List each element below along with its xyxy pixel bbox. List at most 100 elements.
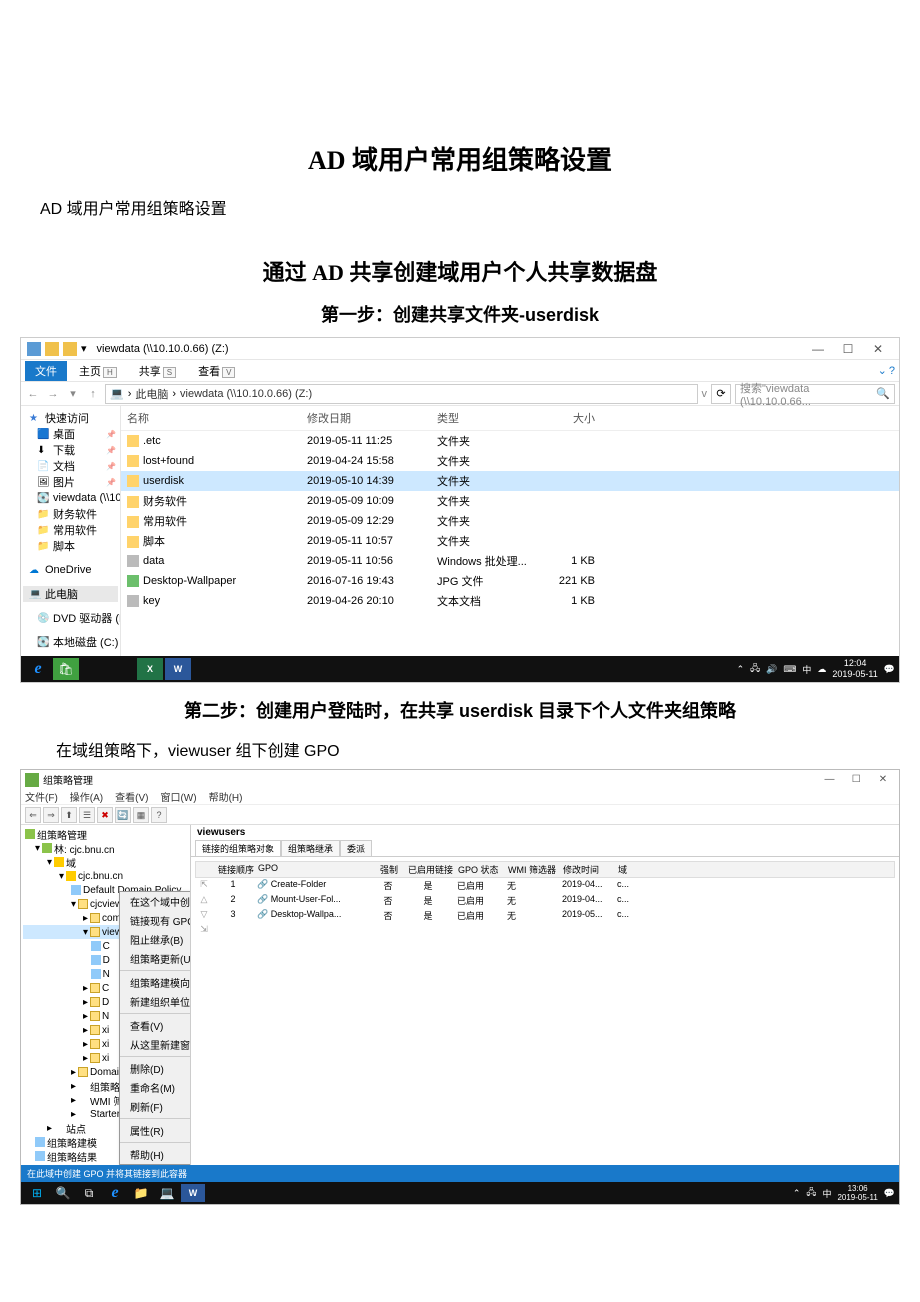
address-bar[interactable]: 💻 › 此电脑 › viewdata (\\10.10.0.66) (Z:) xyxy=(105,384,698,404)
file-row[interactable]: Desktop-Wallpaper2016-07-16 19:43JPG 文件2… xyxy=(121,571,899,591)
col-name[interactable]: 名称 xyxy=(121,408,301,428)
tool-refresh-icon[interactable]: 🔄 xyxy=(115,807,131,823)
file-row[interactable]: data2019-05-11 10:56Windows 批处理...1 KB xyxy=(121,551,899,571)
minimize-button[interactable]: — xyxy=(817,774,841,785)
ctx-create-gpo[interactable]: 在这个域中创建 GPO 并在此处链接(C)... xyxy=(120,892,191,911)
refresh-button[interactable]: ⟳ xyxy=(711,384,731,404)
col-date[interactable]: 修改日期 xyxy=(301,408,431,428)
tray-ime-zh-icon[interactable]: 中 xyxy=(802,663,811,676)
tool-delete-icon[interactable]: ✖ xyxy=(97,807,113,823)
nav-documents[interactable]: 📄文档 xyxy=(23,458,118,474)
search-icon[interactable]: 🔍 xyxy=(51,1184,75,1202)
help-icon[interactable]: ? xyxy=(889,365,895,377)
file-row[interactable]: .etc2019-05-11 11:25文件夹 xyxy=(121,431,899,451)
gpo-row[interactable]: ▽3🔗 Desktop-Wallpa...否是已启用无2019-05...c..… xyxy=(195,908,895,923)
tray-ime-icon[interactable]: ⌨ xyxy=(783,664,796,675)
taskbar-ie-icon[interactable]: e xyxy=(25,658,51,680)
start-button[interactable]: ⊞ xyxy=(25,1184,49,1202)
gp-col-mod[interactable]: 修改时间 xyxy=(559,862,614,877)
menu-window[interactable]: 窗口(W) xyxy=(160,789,196,804)
nav-desktop[interactable]: 🟦桌面 xyxy=(23,426,118,442)
nav-back-button[interactable]: ← xyxy=(25,388,41,400)
ribbon-home-tab[interactable]: 主页H xyxy=(69,361,127,381)
taskbar-explorer-icon[interactable]: 📁 xyxy=(129,1184,153,1202)
taskbar-store-icon[interactable]: 🛍 xyxy=(53,658,79,680)
tree-root[interactable]: 组策略管理 xyxy=(23,827,188,841)
ctx-view[interactable]: 查看(V)▸ xyxy=(120,1016,191,1035)
ribbon-file-tab[interactable]: 文件 xyxy=(25,361,67,381)
qat-dropdown-icon[interactable]: ▾ xyxy=(81,342,87,355)
file-row[interactable]: key2019-04-26 20:10文本文档1 KB xyxy=(121,591,899,611)
maximize-button[interactable]: ☐ xyxy=(844,774,868,785)
gp-col-enabled[interactable]: 已启用链接 xyxy=(404,862,454,877)
taskbar-chrome-icon[interactable] xyxy=(109,658,135,680)
menu-file[interactable]: 文件(F) xyxy=(25,789,58,804)
taskbar-app-icon[interactable]: 💻 xyxy=(155,1184,179,1202)
nav-scripts[interactable]: 📁脚本 xyxy=(23,538,118,554)
tab-inheritance[interactable]: 组策略继承 xyxy=(281,840,340,856)
nav-downloads[interactable]: ⬇下载 xyxy=(23,442,118,458)
tool-forward-icon[interactable]: ⇒ xyxy=(43,807,59,823)
nav-viewdata[interactable]: 💽viewdata (\\10.10. xyxy=(23,490,118,506)
nav-thispc[interactable]: 💻此电脑 xyxy=(23,586,118,602)
ctx-delete[interactable]: 删除(D) xyxy=(120,1059,191,1078)
tray-up-icon[interactable]: ⌃ xyxy=(793,1188,801,1199)
taskbar-excel-icon[interactable]: X xyxy=(137,658,163,680)
tray-notifications-icon[interactable]: 💬 xyxy=(884,1188,895,1199)
tray-network-icon[interactable]: 🖧 xyxy=(750,661,760,677)
nav-pictures[interactable]: 🖼图片 xyxy=(23,474,118,490)
file-row[interactable]: 财务软件2019-05-09 10:09文件夹 xyxy=(121,491,899,511)
gpo-row[interactable]: ⇱1🔗 Create-Folder否是已启用无2019-04...c... xyxy=(195,878,895,893)
breadcrumb-location[interactable]: viewdata (\\10.10.0.66) (Z:) xyxy=(180,388,312,400)
breadcrumb-pc[interactable]: 此电脑 xyxy=(135,386,168,402)
tool-help-icon[interactable]: ? xyxy=(151,807,167,823)
col-type[interactable]: 类型 xyxy=(431,408,531,428)
col-size[interactable]: 大小 xyxy=(531,408,601,428)
ctx-new-ou[interactable]: 新建组织单位(N) xyxy=(120,992,191,1011)
ctx-gp-update[interactable]: 组策略更新(U)... xyxy=(120,949,191,968)
ctx-new-window[interactable]: 从这里新建窗口(W) xyxy=(120,1035,191,1054)
ctx-help[interactable]: 帮助(H) xyxy=(120,1145,191,1164)
ctx-props[interactable]: 属性(R) xyxy=(120,1121,191,1140)
tray-up-icon[interactable]: ⌃ xyxy=(737,664,745,675)
gp-col-wmi[interactable]: WMI 筛选器 xyxy=(504,862,559,877)
close-button[interactable]: ✕ xyxy=(863,342,893,356)
ctx-refresh[interactable]: 刷新(F) xyxy=(120,1097,191,1116)
task-view-icon[interactable]: ⧉ xyxy=(77,1184,101,1202)
ribbon-share-tab[interactable]: 共享S xyxy=(129,361,186,381)
nav-fin[interactable]: 📁财务软件 xyxy=(23,506,118,522)
close-button[interactable]: ✕ xyxy=(871,774,895,785)
file-row[interactable]: userdisk2019-05-10 14:39文件夹 xyxy=(121,471,899,491)
ctx-model-wizard[interactable]: 组策略建模向导(G)... xyxy=(120,973,191,992)
taskbar-word-icon[interactable]: W xyxy=(181,1184,205,1202)
gp-col-dom[interactable]: 域 xyxy=(614,862,644,877)
gp-col-status[interactable]: GPO 状态 xyxy=(454,862,504,877)
nav-common[interactable]: 📁常用软件 xyxy=(23,522,118,538)
nav-forward-button[interactable]: → xyxy=(45,388,61,400)
minimize-button[interactable]: — xyxy=(803,342,833,356)
menu-action[interactable]: 操作(A) xyxy=(70,789,103,804)
menu-view[interactable]: 查看(V) xyxy=(115,789,148,804)
gp-col-enf[interactable]: 强制 xyxy=(374,862,404,877)
tray-notifications-icon[interactable]: 💬 xyxy=(884,664,895,675)
taskbar-ie-icon[interactable]: e xyxy=(103,1184,127,1202)
menu-help[interactable]: 帮助(H) xyxy=(209,789,243,804)
file-row[interactable]: 脚本2019-05-11 10:57文件夹 xyxy=(121,531,899,551)
nav-onedrive[interactable]: ☁OneDrive xyxy=(23,562,118,578)
tool-up-icon[interactable]: ⬆ xyxy=(61,807,77,823)
tray-volume-icon[interactable]: 🔊 xyxy=(766,664,777,675)
tab-linked-gpo[interactable]: 链接的组策略对象 xyxy=(195,840,281,856)
ctx-rename[interactable]: 重命名(M) xyxy=(120,1078,191,1097)
tray-cloud-icon[interactable]: ☁ xyxy=(817,664,826,675)
file-row[interactable]: 常用软件2019-05-09 12:29文件夹 xyxy=(121,511,899,531)
nav-up-button[interactable]: ↑ xyxy=(85,388,101,400)
taskbar-clock[interactable]: 12:04 2019-05-11 xyxy=(832,658,877,680)
tray-network-icon[interactable]: 🖧 xyxy=(806,1185,816,1201)
search-input[interactable]: 搜索"viewdata (\\10.10.0.66... 🔍 xyxy=(735,384,895,404)
tree-domains[interactable]: ▾ 域 xyxy=(23,855,188,869)
tool-props-icon[interactable]: ☰ xyxy=(79,807,95,823)
gp-col-gpo[interactable]: GPO xyxy=(254,862,374,877)
tool-back-icon[interactable]: ⇐ xyxy=(25,807,41,823)
tree-domain[interactable]: ▾ cjc.bnu.cn xyxy=(23,869,188,883)
tool-x1-icon[interactable]: ▦ xyxy=(133,807,149,823)
